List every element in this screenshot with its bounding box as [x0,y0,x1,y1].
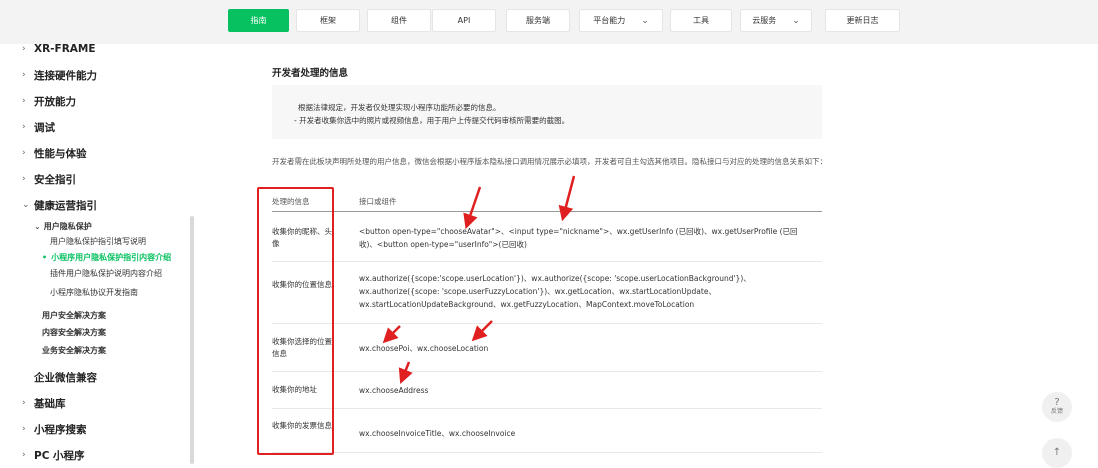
nav-platform[interactable]: 平台能力 ⌄ [579,9,663,32]
chevron-right-icon: › [22,70,26,80]
table-cell-api: wx.choosePoi、wx.chooseLocation [359,344,489,353]
notice-line: - 开发者收集你选中的照片或视频信息，用于用户上传提交代码审核所需要的截图。 [294,116,570,125]
sidebar-item-base-library[interactable]: › 基础库 [22,394,66,412]
sidebar-item-user-security[interactable]: 用户安全解决方案 [42,308,106,322]
nav-framework[interactable]: 框架 [296,9,360,32]
chevron-right-icon: › [22,44,26,54]
sidebar-item-privacy-guide[interactable]: 用户隐私保护指引填写说明 [50,234,146,248]
sidebar-item-pc[interactable]: › PC 小程序 [22,446,85,464]
row-divider [272,261,822,262]
sidebar-item-label: 性能与体验 [34,147,87,160]
annotation-highlight-box [257,187,334,455]
sidebar-item-label: 小程序搜索 [34,423,87,436]
sidebar-item-debug[interactable]: › 调试 [22,118,55,136]
sidebar-item-label: 小程序用户隐私保护指引内容介绍 [51,252,172,262]
sidebar-item-xr-frame[interactable]: › XR-FRAME [22,40,96,58]
chevron-down-icon: ⌄ [792,15,800,26]
chevron-right-icon: › [22,122,26,132]
active-dot-icon: • [42,252,48,262]
feedback-button[interactable]: ? 反馈 [1042,392,1072,422]
sidebar-group-privacy[interactable]: ⌄ 用户隐私保护 [34,219,92,233]
sidebar-item-label: 开放能力 [34,95,76,108]
nav-tools[interactable]: 工具 [670,9,732,32]
sidebar-item-label: 健康运营指引 [34,199,97,212]
sidebar-item-security[interactable]: › 安全指引 [22,170,76,188]
chevron-right-icon: › [22,174,26,184]
sidebar: › XR-FRAME › 连接硬件能力 › 开放能力 › 调试 › 性能与体验 … [0,43,196,464]
chevron-right-icon: › [22,148,26,158]
nav-platform-label: 平台能力 [593,16,626,25]
nav-components[interactable]: 组件 [367,9,431,32]
chevron-down-icon: ⌄ [22,200,30,210]
nav-cloud[interactable]: 云服务 ⌄ [740,9,812,32]
sidebar-item-open-capability[interactable]: › 开放能力 [22,92,76,110]
chevron-down-icon: ⌄ [641,15,649,26]
sidebar-group-label: 用户隐私保护 [43,221,92,231]
row-divider [272,323,822,324]
sidebar-item-label: 企业微信兼容 [34,371,97,384]
nav-api[interactable]: API [432,9,496,32]
sidebar-item-privacy-content[interactable]: • 小程序用户隐私保护指引内容介绍 [42,250,171,264]
table-cell-api: wx.authorize({scope:'scope.userLocation'… [359,274,751,309]
sidebar-item-label: PC 小程序 [34,449,85,462]
sidebar-item-content-security[interactable]: 内容安全解决方案 [42,325,106,339]
table-cell-api: <button open-type="chooseAvatar">、<input… [359,227,798,249]
sidebar-item-operations[interactable]: ⌄ 健康运营指引 [22,196,97,214]
table-cell-api: wx.chooseInvoiceTitle、wx.chooseInvoice [359,429,516,438]
feedback-label: 反馈 [1050,408,1063,415]
chevron-right-icon: › [22,424,26,434]
sidebar-item-privacy-agreement[interactable]: 小程序隐私协议开发指南 [50,285,138,299]
sidebar-item-business-security[interactable]: 业务安全解决方案 [42,343,106,357]
section-title: 开发者处理的信息 [272,68,349,79]
sidebar-item-plugin-privacy[interactable]: 插件用户隐私保护说明内容介绍 [50,266,162,280]
question-icon: ? [1054,397,1060,408]
nav-guide[interactable]: 指南 [228,9,289,32]
sidebar-item-search[interactable]: › 小程序搜索 [22,420,87,438]
row-divider [272,408,822,409]
sidebar-item-label: 调试 [34,121,55,134]
notice-box: 根据法律规定，开发者仅处理实现小程序功能所必要的信息。 - 开发者收集你选中的照… [272,85,822,139]
nav-changelog[interactable]: 更新日志 [825,9,900,32]
chevron-right-icon: › [22,96,26,106]
table-header-divider [272,211,822,212]
nav-cloud-label: 云服务 [752,16,777,25]
row-divider [272,452,822,453]
sidebar-item-label: XR-FRAME [34,43,96,55]
top-navigation: 指南 框架 组件 API 服务端 平台能力 ⌄ 工具 云服务 ⌄ 更新日志 [0,0,1098,44]
sidebar-item-wecom[interactable]: 企业微信兼容 [22,368,97,386]
chevron-right-icon: › [22,398,26,408]
sidebar-item-label: 安全指引 [34,173,76,186]
chevron-down-icon: ⌄ [34,221,41,231]
nav-server[interactable]: 服务端 [506,9,570,32]
sidebar-item-hardware[interactable]: › 连接硬件能力 [22,66,97,84]
arrow-up-icon: ↑ [1052,447,1062,458]
table-header-api: 接口或组件 [359,197,397,206]
intro-text: 开发者需在此板块声明所处理的用户信息，微信会根据小程序版本隐私接口调用情况展示必… [272,157,827,166]
sidebar-item-performance[interactable]: › 性能与体验 [22,144,87,162]
chevron-right-icon: › [22,450,26,460]
sidebar-scrollbar[interactable] [190,216,194,464]
sidebar-item-label: 基础库 [34,397,66,410]
row-divider [272,371,822,372]
table-cell-api: wx.chooseAddress [359,386,429,395]
sidebar-item-label: 连接硬件能力 [34,69,97,82]
notice-line: 根据法律规定，开发者仅处理实现小程序功能所必要的信息。 [298,103,501,112]
